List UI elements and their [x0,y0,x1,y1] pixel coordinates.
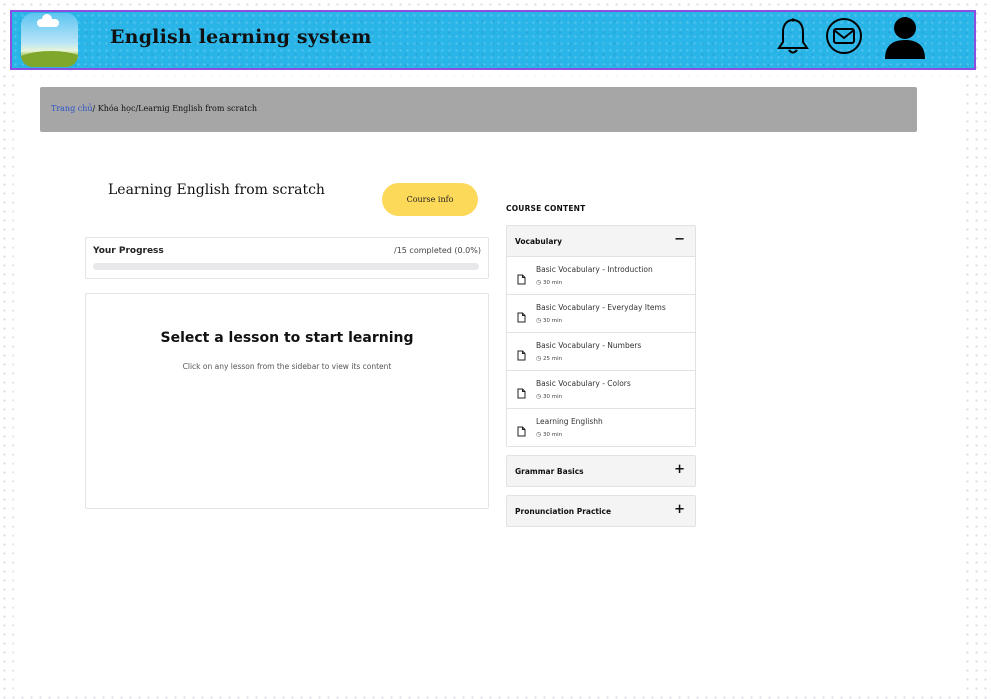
expand-icon[interactable]: + [674,502,685,517]
lesson-duration-text: 30 min [543,432,563,438]
bell-icon[interactable] [776,17,810,61]
section-title: Grammar Basics [515,467,584,476]
progress-count: /15 completed (0.0%) [394,246,481,255]
progress-bar [93,263,479,270]
lesson-item[interactable]: Basic Vocabulary - Introduction ◷ 30 min [507,256,695,294]
lesson-duration-text: 25 min [543,356,563,362]
lesson-duration: ◷ 30 min [536,431,562,438]
clock-icon: ◷ [536,393,542,400]
hill-graphic [21,51,78,67]
lesson-duration: ◷ 25 min [536,355,562,362]
section-pronunciation-practice: Pronunciation Practice + [506,495,696,527]
collapse-icon[interactable]: − [674,232,685,247]
lesson-duration-text: 30 min [543,394,563,400]
expand-icon[interactable]: + [674,462,685,477]
progress-card: Your Progress /15 completed (0.0%) [85,237,489,279]
breadcrumb: Trang chủ/ Khóa học/Learnig English from… [51,104,257,113]
section-grammar-basics: Grammar Basics + [506,455,696,487]
section-title: Vocabulary [515,237,562,246]
clock-icon: ◷ [536,355,542,362]
section-header-grammar-basics[interactable]: Grammar Basics + [507,456,695,486]
lesson-item[interactable]: Basic Vocabulary - Numbers ◷ 25 min [507,332,695,370]
lesson-item[interactable]: Basic Vocabulary - Colors ◷ 30 min [507,370,695,408]
breadcrumb-bar: Trang chủ/ Khóa học/Learnig English from… [40,87,917,132]
clock-icon: ◷ [536,279,542,286]
section-header-vocabulary[interactable]: Vocabulary − [507,226,695,256]
section-title: Pronunciation Practice [515,507,612,516]
document-icon [517,384,526,403]
breadcrumb-path: / Khóa học/Learnig English from scratch [92,104,257,113]
clock-icon: ◷ [536,317,542,324]
lesson-duration-text: 30 min [543,318,563,324]
app-header: English learning system [10,10,976,70]
lesson-list: Basic Vocabulary - Introduction ◷ 30 min B… [507,256,695,446]
course-info-button[interactable]: Course info [382,183,478,216]
app-title: English learning system [110,26,372,48]
section-header-pronunciation-practice[interactable]: Pronunciation Practice + [507,496,695,526]
document-icon [517,308,526,327]
lesson-viewer: Select a lesson to start learning Click … [85,293,489,509]
lesson-title: Basic Vocabulary - Everyday Items [536,303,666,312]
clock-icon: ◷ [536,431,542,438]
lesson-title: Basic Vocabulary - Introduction [536,265,653,274]
lesson-item[interactable]: Basic Vocabulary - Everyday Items ◷ 30 mi… [507,294,695,332]
progress-label: Your Progress [93,246,164,256]
course-title: Learning English from scratch [108,182,325,198]
lesson-duration: ◷ 30 min [536,279,562,286]
lesson-duration: ◷ 30 min [536,393,562,400]
lesson-title: Basic Vocabulary - Colors [536,379,631,388]
lesson-duration: ◷ 30 min [536,317,562,324]
viewer-title: Select a lesson to start learning [160,330,414,346]
mail-icon[interactable] [825,17,863,59]
lesson-duration-text: 30 min [543,280,563,286]
document-icon [517,346,526,365]
viewer-subtitle: Click on any lesson from the sidebar to … [182,362,392,371]
lesson-item[interactable]: Learning Englishh ◷ 30 min [507,408,695,446]
breadcrumb-home-link[interactable]: Trang chủ [51,104,93,113]
user-icon[interactable] [883,15,927,65]
app-logo[interactable] [21,13,78,67]
lesson-title: Basic Vocabulary - Numbers [536,341,642,350]
lesson-title: Learning Englishh [536,417,603,426]
document-icon [517,270,526,289]
document-icon [517,422,526,441]
cloud-icon [37,14,59,27]
section-vocabulary: Vocabulary − Basic Vocabulary - Introduc… [506,225,696,447]
course-content-heading: COURSE CONTENT [506,204,586,213]
